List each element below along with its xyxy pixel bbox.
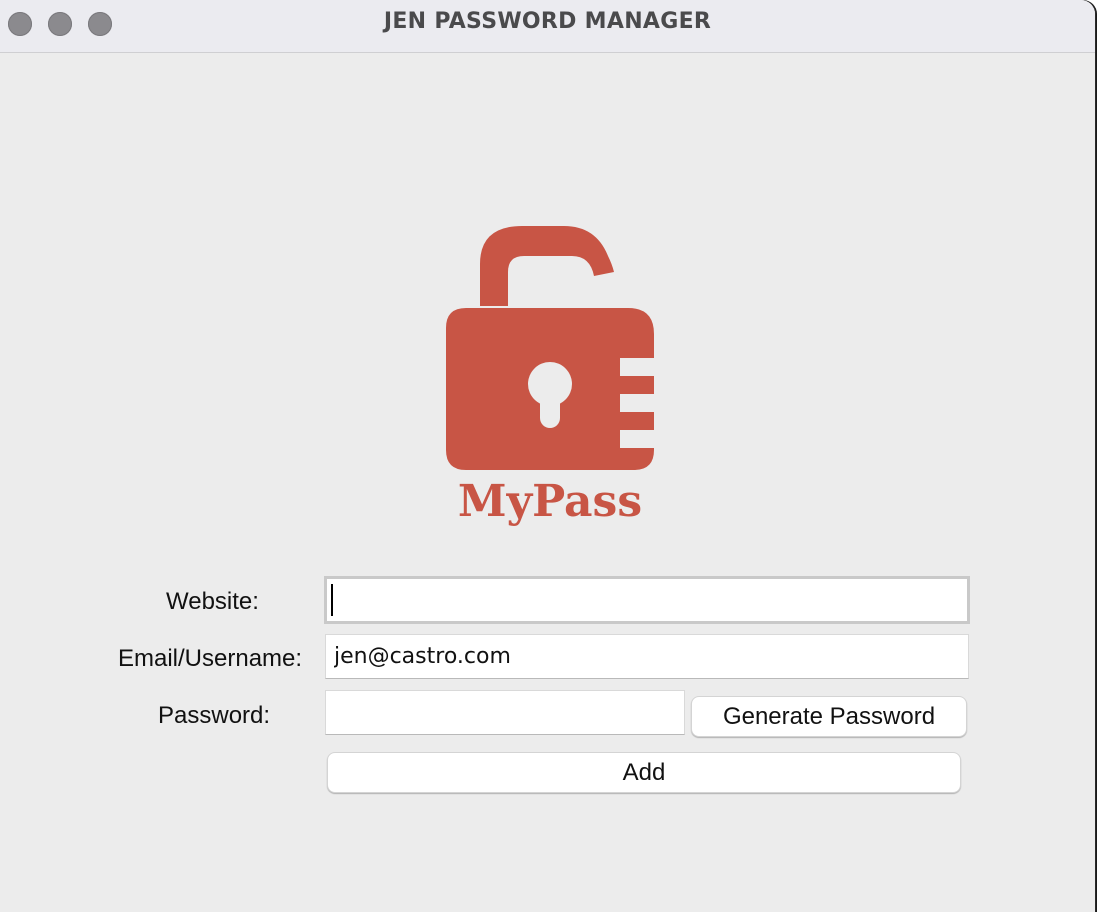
- mypass-logo: MyPass: [446, 226, 654, 527]
- logo-text: MyPass: [458, 476, 642, 527]
- text-cursor: [331, 584, 333, 616]
- password-input[interactable]: [325, 690, 685, 735]
- generate-password-button[interactable]: Generate Password: [691, 696, 967, 737]
- add-button[interactable]: Add: [327, 752, 961, 793]
- password-label: Password:: [158, 702, 271, 729]
- website-label: Website:: [166, 588, 259, 615]
- title-bar: JEN PASSWORD MANAGER: [0, 0, 1095, 53]
- email-input[interactable]: [325, 634, 969, 679]
- website-input[interactable]: [324, 576, 970, 624]
- window-title: JEN PASSWORD MANAGER: [383, 9, 712, 34]
- unlocked-padlock-icon: [446, 226, 654, 470]
- app-window: JEN PASSWORD MANAGER MyPass Website: Ema…: [0, 0, 1095, 912]
- email-label: Email/Username:: [118, 645, 303, 672]
